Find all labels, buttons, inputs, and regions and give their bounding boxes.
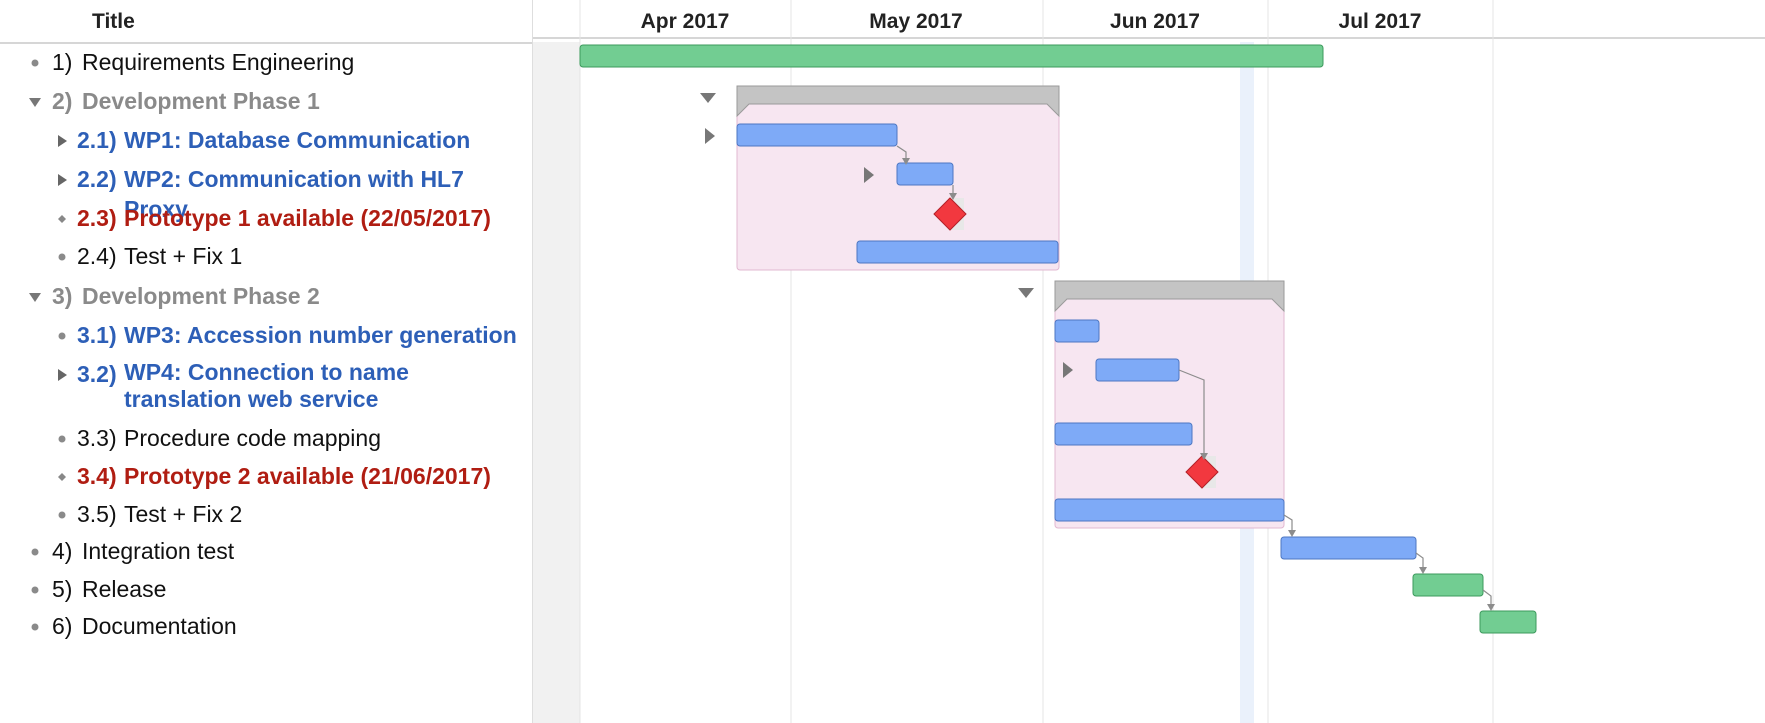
task-bar-procedure-code-mapping[interactable] xyxy=(1054,422,1193,446)
dependency-arrowhead xyxy=(1288,530,1296,537)
task-bar-documentation[interactable] xyxy=(1479,610,1537,634)
dependency-arrowhead xyxy=(1487,604,1495,611)
task-bar-wp2[interactable] xyxy=(896,162,954,186)
task-bar-requirements-engineering[interactable] xyxy=(579,44,1324,68)
month-label: Jun 2017 xyxy=(1110,10,1200,33)
gantt-chart: Apr 2017 May 2017 Jun 2017 Jul 2017 xyxy=(533,0,1765,723)
triangle-right-icon[interactable] xyxy=(705,128,715,144)
month-label: May 2017 xyxy=(869,10,962,33)
triangle-down-icon[interactable] xyxy=(1018,288,1034,298)
task-bar-release[interactable] xyxy=(1412,573,1484,597)
task-bar-test-fix-2[interactable] xyxy=(1054,498,1285,522)
month-label: Jul 2017 xyxy=(1339,10,1422,33)
dependency-arrowhead xyxy=(1419,567,1427,574)
task-bar-test-fix-1[interactable] xyxy=(856,240,1059,264)
group-region-phase-2 xyxy=(1054,280,1285,529)
month-label: Apr 2017 xyxy=(641,10,730,33)
non-working-shade xyxy=(533,42,580,723)
triangle-down-icon[interactable] xyxy=(700,93,716,103)
task-bar-integration-test[interactable] xyxy=(1280,536,1417,560)
task-bar-wp3[interactable] xyxy=(1054,319,1100,343)
task-bar-wp4[interactable] xyxy=(1095,358,1180,382)
task-bar-wp1[interactable] xyxy=(736,123,898,147)
